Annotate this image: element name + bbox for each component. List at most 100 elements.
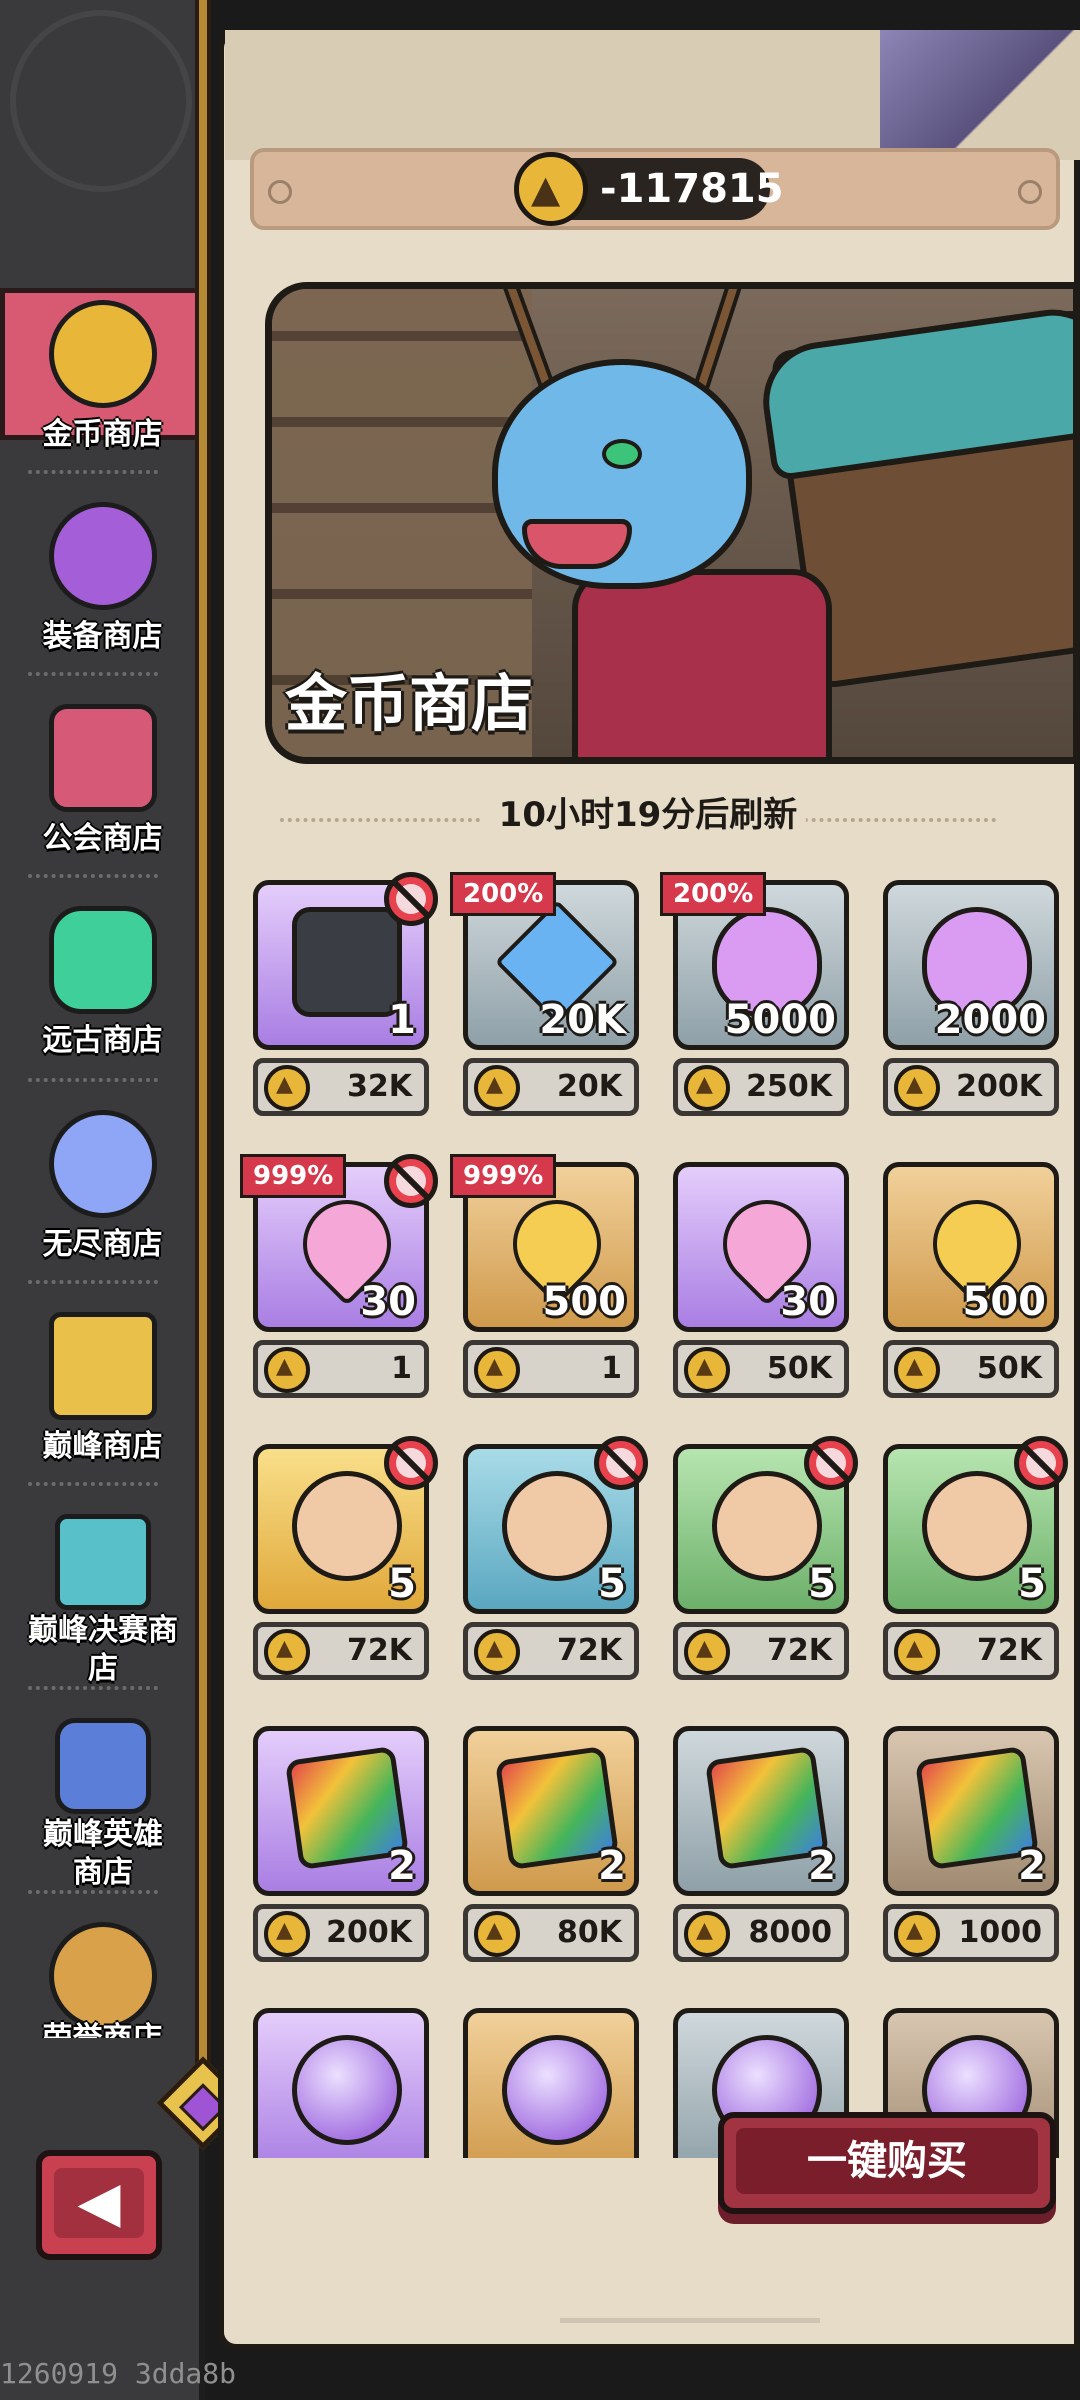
buy-all-button[interactable]: 一键购买 bbox=[718, 2112, 1056, 2214]
item-price: 50K bbox=[977, 1351, 1042, 1386]
coin-icon bbox=[894, 1347, 940, 1393]
price-bar: 72K bbox=[463, 1622, 639, 1680]
sidebar-item-gold-shop[interactable]: 金币商店 bbox=[0, 288, 199, 478]
sidebar-divider bbox=[28, 1482, 158, 1486]
shop-item[interactable]: 30 1 999% bbox=[240, 1154, 438, 1414]
shop-item[interactable]: 5 72K bbox=[668, 1436, 858, 1696]
item-quantity: 500 bbox=[962, 1279, 1047, 1325]
item-price: 20K bbox=[557, 1069, 622, 1104]
item-quantity: 2 bbox=[388, 1843, 416, 1889]
item-card: 30 bbox=[673, 1162, 849, 1332]
coin-icon bbox=[474, 1911, 520, 1957]
shop-item[interactable] bbox=[458, 2000, 644, 2158]
price-bar: 1 bbox=[463, 1340, 639, 1398]
item-quantity: 2000 bbox=[934, 997, 1046, 1043]
item-quantity: 5 bbox=[1018, 1561, 1046, 1607]
coin-icon bbox=[264, 1065, 310, 1111]
item-price: 200K bbox=[326, 1915, 412, 1950]
banner-title: 金币商店 bbox=[285, 667, 534, 740]
refresh-timer: 10小时19分后刷新 bbox=[498, 795, 798, 835]
buy-all-label: 一键购买 bbox=[736, 2128, 1038, 2194]
coin-icon bbox=[264, 1911, 310, 1957]
sidebar-divider bbox=[28, 672, 158, 676]
sidebar-item-peak-finals-shop[interactable]: 巅峰决赛商店 bbox=[0, 1502, 199, 1692]
item-card: 2 bbox=[463, 1726, 639, 1896]
sidebar-item-ancient-shop[interactable]: 远古商店 bbox=[0, 894, 199, 1084]
price-bar: 72K bbox=[253, 1622, 429, 1680]
prohibited-icon bbox=[384, 872, 438, 926]
shop-item[interactable]: 5 72K bbox=[248, 1436, 438, 1696]
item-price: 72K bbox=[767, 1633, 832, 1668]
prohibited-icon bbox=[1014, 1436, 1068, 1490]
shop-item[interactable]: 2 200K bbox=[248, 1718, 434, 1978]
shop-item[interactable]: 2000 200K bbox=[878, 872, 1064, 1132]
sidebar-divider bbox=[28, 1686, 158, 1690]
price-bar: 32K bbox=[253, 1058, 429, 1116]
pin-icon bbox=[268, 180, 292, 204]
prohibited-icon bbox=[384, 1154, 438, 1208]
shop-item[interactable]: 5000 250K 200% bbox=[660, 872, 854, 1132]
sidebar-item-label: 荣誉商店 bbox=[0, 2020, 199, 2038]
item-quantity: 20K bbox=[539, 997, 626, 1043]
item-quantity: 1 bbox=[388, 997, 416, 1043]
blue-slime-icon bbox=[48, 1110, 157, 1218]
build-id-label: 1260919 3dda8b bbox=[0, 2357, 237, 2390]
shop-item[interactable]: 30 50K bbox=[668, 1154, 854, 1414]
shop-item[interactable]: 2 1000 bbox=[878, 1718, 1064, 1978]
shop-item[interactable]: 2 80K bbox=[458, 1718, 644, 1978]
shop-item[interactable]: 500 50K bbox=[878, 1154, 1064, 1414]
helmet-book-icon bbox=[292, 907, 402, 1017]
shop-item[interactable]: 2 8000 bbox=[668, 1718, 854, 1978]
green-crystal-icon bbox=[48, 906, 157, 1014]
shop-item-grid: 132K20K20K200%5000250K200%2000200K301999… bbox=[240, 870, 1080, 2158]
pin-icon bbox=[1018, 180, 1042, 204]
purple-orb-icon bbox=[292, 2035, 402, 2145]
shop-sidebar: 金币商店 装备商店 公会商店 远古商店 无尽商店 巅峰商店 巅峰决赛商店 巅峰英… bbox=[0, 0, 205, 2400]
sidebar-item-equipment-shop[interactable]: 装备商店 bbox=[0, 490, 199, 680]
item-price: 1 bbox=[601, 1351, 622, 1386]
crossed-swords-icon bbox=[48, 1922, 157, 2030]
sidebar-item-endless-shop[interactable]: 无尽商店 bbox=[0, 1098, 199, 1288]
back-arrow-icon: ◀ bbox=[54, 2168, 144, 2238]
shop-item[interactable]: 1 32K bbox=[248, 872, 438, 1132]
price-bar: 72K bbox=[673, 1622, 849, 1680]
shop-item[interactable]: 500 1 999% bbox=[450, 1154, 644, 1414]
sidebar-item-label: 巅峰英雄商店 bbox=[43, 1817, 163, 1890]
item-quantity: 5 bbox=[808, 1561, 836, 1607]
dragon-merchant-body bbox=[572, 569, 832, 757]
antler-illustration bbox=[690, 289, 750, 399]
item-quantity: 2 bbox=[598, 1843, 626, 1889]
sidebar-item-honor-shop[interactable]: 荣誉商店 bbox=[0, 1910, 199, 2038]
shop-item[interactable]: 5 72K bbox=[878, 1436, 1068, 1696]
sidebar-item-peak-shop[interactable]: 巅峰商店 bbox=[0, 1300, 199, 1490]
prohibited-icon bbox=[804, 1436, 858, 1490]
shop-item[interactable]: 20K 20K 200% bbox=[450, 872, 644, 1132]
promo-ribbon: 200% bbox=[660, 872, 767, 916]
sidebar-item-guild-shop[interactable]: 公会商店 bbox=[0, 692, 199, 882]
price-bar: 20K bbox=[463, 1058, 639, 1116]
shop-item[interactable] bbox=[248, 2000, 434, 2158]
shop-item[interactable]: 5 72K bbox=[458, 1436, 648, 1696]
sidebar-divider bbox=[28, 874, 158, 878]
coin-icon bbox=[894, 1629, 940, 1675]
item-card: 2 bbox=[253, 1726, 429, 1896]
sidebar-item-label: 巅峰商店 bbox=[42, 1429, 163, 1464]
promo-ribbon: 999% bbox=[240, 1154, 347, 1198]
sidebar-item-label: 巅峰决赛商店 bbox=[28, 1613, 178, 1686]
item-card: 2000 bbox=[883, 880, 1059, 1050]
price-bar: 200K bbox=[883, 1058, 1059, 1116]
hero-portrait-icon bbox=[54, 1718, 151, 1814]
item-price: 72K bbox=[347, 1633, 412, 1668]
item-quantity: 30 bbox=[780, 1279, 836, 1325]
coin-icon bbox=[264, 1347, 310, 1393]
gold-balance: -117815 bbox=[600, 166, 784, 212]
hero-shard-mask-icon bbox=[502, 1471, 612, 1581]
sidebar-item-label: 金币商店 bbox=[42, 417, 163, 452]
back-button[interactable]: ◀ bbox=[36, 2150, 162, 2260]
sidebar-item-peak-hero-shop[interactable]: 巅峰英雄商店 bbox=[0, 1706, 199, 1896]
coin-icon bbox=[684, 1629, 730, 1675]
guild-star-icon bbox=[48, 704, 157, 812]
coin-icon: ▲ bbox=[514, 152, 588, 226]
price-bar: 1 bbox=[253, 1340, 429, 1398]
hero-shard-elf-icon bbox=[712, 1471, 822, 1581]
